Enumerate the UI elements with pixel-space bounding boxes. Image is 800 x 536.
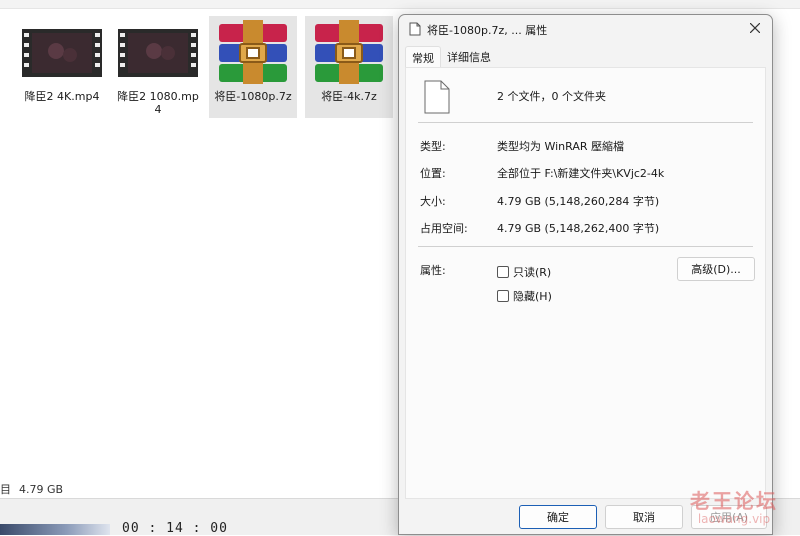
file-name: 降臣2 1080.mp4 — [117, 90, 199, 116]
apply-button[interactable]: 应用(A) — [691, 505, 767, 529]
cancel-button[interactable]: 取消 — [605, 505, 683, 529]
hidden-checkbox[interactable]: 隐藏(H) — [497, 288, 552, 304]
readonly-label: 只读(R) — [513, 266, 552, 279]
file-item-video-1080[interactable]: 降臣2 1080.mp4 — [114, 16, 202, 118]
ok-button[interactable]: 确定 — [519, 505, 597, 529]
status-bar: 目 4.79 GB — [0, 481, 71, 497]
file-icon — [409, 22, 421, 39]
timer-readout: 00 : 14 : 00 — [122, 521, 228, 536]
file-count-summary: 2 个文件，0 个文件夹 — [497, 90, 606, 103]
file-name: 将臣-4k.7z — [321, 90, 377, 103]
file-item-archive-1080p[interactable]: 将臣-1080p.7z — [209, 16, 297, 118]
general-panel: 2 个文件，0 个文件夹 类型: 类型均为 WinRAR 壓縮檔 位置: 全部位… — [405, 67, 766, 499]
tab-general[interactable]: 常规 — [405, 46, 441, 69]
advanced-button[interactable]: 高级(D)... — [677, 257, 755, 281]
location-label: 位置: — [420, 167, 446, 180]
winrar-archive-icon — [213, 20, 293, 86]
dialog-titlebar[interactable]: 将臣-1080p.7z, ... 属性 — [399, 15, 772, 43]
type-value: 类型均为 WinRAR 壓縮檔 — [497, 140, 625, 153]
checkbox-box[interactable] — [497, 290, 509, 302]
close-icon — [749, 22, 761, 36]
size-label: 大小: — [420, 195, 446, 208]
size-on-disk-label: 占用空间: — [420, 222, 468, 235]
file-name: 将臣-1080p.7z — [214, 90, 292, 103]
divider — [418, 246, 753, 247]
file-item-video-4k[interactable]: 降臣2 4K.mp4 — [18, 16, 106, 118]
status-prefix: 目 — [0, 483, 11, 496]
tab-details[interactable]: 详细信息 — [441, 46, 497, 68]
close-button[interactable] — [738, 15, 772, 43]
size-value: 4.79 GB (5,148,260,284 字节) — [497, 195, 660, 208]
taskbar-app-thumbnail[interactable] — [0, 524, 110, 535]
hidden-label: 隐藏(H) — [513, 290, 552, 303]
file-name: 降臣2 4K.mp4 — [24, 90, 100, 103]
dialog-tabs: 常规 详细信息 — [405, 46, 497, 69]
video-thumbnail-icon — [22, 20, 102, 86]
size-on-disk-value: 4.79 GB (5,148,262,400 字节) — [497, 222, 660, 235]
multiple-files-icon — [424, 80, 450, 117]
location-value: 全部位于 F:\新建文件夹\KVjc2-4k — [497, 167, 665, 180]
winrar-archive-icon — [309, 20, 389, 86]
readonly-checkbox[interactable]: 只读(R) — [497, 264, 551, 280]
dialog-title: 将臣-1080p.7z, ... 属性 — [427, 24, 548, 37]
status-selected-size: 4.79 GB — [19, 483, 64, 496]
video-thumbnail-icon — [118, 20, 198, 86]
checkbox-box[interactable] — [497, 266, 509, 278]
explorer-top-edge — [0, 0, 800, 9]
type-label: 类型: — [420, 140, 446, 153]
properties-dialog: 将臣-1080p.7z, ... 属性 常规 详细信息 2 个文件，0 个文件夹… — [398, 14, 773, 535]
file-item-archive-4k[interactable]: 将臣-4k.7z — [305, 16, 393, 118]
divider — [418, 122, 753, 123]
attributes-label: 属性: — [420, 264, 446, 277]
